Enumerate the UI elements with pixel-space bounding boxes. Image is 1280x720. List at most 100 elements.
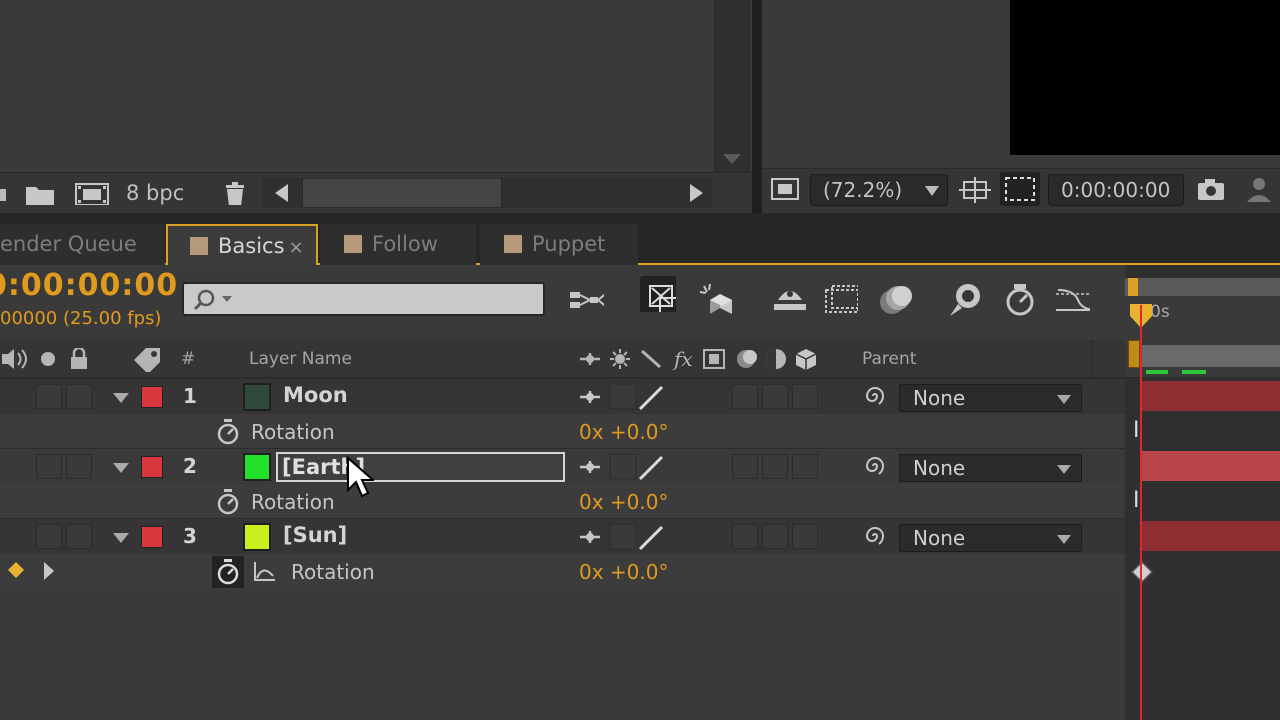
- stopwatch-active-icon[interactable]: [212, 556, 244, 588]
- property-row: Rotation 0x +0.0°: [0, 414, 1125, 450]
- composition-icon: [344, 235, 362, 253]
- switch-box[interactable]: [762, 454, 788, 479]
- switch-box[interactable]: [792, 454, 818, 479]
- layer-search-input[interactable]: [182, 282, 545, 316]
- interpret-footage-icon[interactable]: [0, 181, 8, 205]
- current-time-display[interactable]: 0:00:00:00: [1048, 174, 1184, 206]
- layer-switches[interactable]: [578, 523, 668, 551]
- layer-switches[interactable]: [578, 383, 668, 411]
- solo-switch[interactable]: [66, 454, 92, 479]
- svg-text:fx: fx: [672, 347, 693, 371]
- close-icon[interactable]: ×: [289, 237, 304, 258]
- graph-editor-icon[interactable]: [1054, 282, 1090, 318]
- label-color-swatch[interactable]: [141, 386, 163, 408]
- chevron-down-icon[interactable]: [113, 533, 129, 543]
- switch-box[interactable]: [762, 524, 788, 549]
- graph-icon[interactable]: [252, 560, 278, 584]
- layer-name[interactable]: [Sun]: [283, 523, 347, 547]
- tab-render-queue[interactable]: ender Queue: [0, 224, 165, 265]
- parent-dropdown[interactable]: None: [899, 524, 1082, 552]
- layer-row[interactable]: 2 [Earth] None: [0, 448, 1125, 484]
- new-folder-icon[interactable]: [24, 181, 56, 205]
- pick-whip-icon[interactable]: [862, 523, 888, 549]
- panel-divider[interactable]: [752, 0, 762, 213]
- solo-switch[interactable]: [66, 384, 92, 409]
- new-composition-icon[interactable]: [74, 181, 110, 205]
- timeline-current-time[interactable]: 0:00:00:00: [0, 268, 178, 303]
- layer-duration-bar[interactable]: [1142, 451, 1280, 481]
- project-horizontal-scroll-thumb[interactable]: [302, 178, 502, 208]
- layer-number: 2: [183, 454, 197, 478]
- switch-box[interactable]: [762, 384, 788, 409]
- label-tag-icon[interactable]: [130, 346, 166, 372]
- stopwatch-icon[interactable]: [214, 418, 242, 446]
- project-bit-depth[interactable]: 8 bpc: [126, 181, 184, 205]
- keyframe-diamond-icon[interactable]: [1130, 560, 1154, 584]
- pick-whip-icon[interactable]: [862, 453, 888, 479]
- layer-name-edit-field[interactable]: [Earth]: [276, 452, 565, 482]
- brainstorm-icon[interactable]: [944, 282, 980, 318]
- property-value[interactable]: 0x +0.0°: [579, 420, 668, 444]
- label-color-swatch[interactable]: [141, 526, 163, 548]
- tab-puppet[interactable]: Puppet: [480, 224, 638, 265]
- composition-viewer-canvas[interactable]: [1010, 0, 1280, 155]
- magnification-value: (72.2%): [823, 178, 903, 202]
- switch-box[interactable]: [732, 384, 758, 409]
- audio-switch[interactable]: [36, 454, 62, 479]
- time-navigator-range[interactable]: [1142, 345, 1280, 367]
- current-time-indicator-line[interactable]: [1140, 305, 1142, 720]
- switch-box[interactable]: [732, 454, 758, 479]
- work-area-start-handle[interactable]: [1128, 278, 1138, 296]
- always-preview-icon[interactable]: [770, 176, 800, 202]
- layer-duration-bar[interactable]: [1142, 381, 1280, 411]
- magnification-dropdown[interactable]: (72.2%): [810, 174, 948, 206]
- shy-layers-icon[interactable]: [770, 282, 806, 318]
- 3d-light-icon[interactable]: [698, 282, 734, 318]
- scroll-right-arrow-icon[interactable]: [688, 182, 706, 204]
- audio-switch[interactable]: [36, 384, 62, 409]
- chevron-down-icon[interactable]: [113, 393, 129, 403]
- layer-duration-bar[interactable]: [1142, 521, 1280, 551]
- header-parent[interactable]: Parent: [862, 349, 916, 369]
- project-vertical-scrollbar[interactable]: [714, 0, 750, 172]
- trash-icon[interactable]: [222, 181, 248, 205]
- layer-row[interactable]: 3 [Sun] None: [0, 518, 1125, 554]
- property-value[interactable]: 0x +0.0°: [579, 560, 668, 584]
- parent-dropdown[interactable]: None: [899, 384, 1082, 412]
- auto-keyframe-icon[interactable]: [1002, 282, 1038, 318]
- stopwatch-icon[interactable]: [214, 488, 242, 516]
- cached-frames-indicator: [1146, 370, 1168, 374]
- motion-blur-icon[interactable]: [876, 282, 912, 318]
- cached-frames-indicator: [1182, 370, 1206, 374]
- camera-snapshot-icon[interactable]: [1196, 176, 1226, 202]
- label-color-swatch[interactable]: [141, 456, 163, 478]
- keyframe-navigator[interactable]: [6, 560, 56, 584]
- frame-blending-icon[interactable]: [822, 282, 858, 318]
- work-area-bar[interactable]: [1125, 278, 1280, 296]
- header-layer-name[interactable]: Layer Name: [249, 349, 352, 369]
- switch-box[interactable]: [792, 384, 818, 409]
- time-navigator-start-handle[interactable]: [1128, 340, 1140, 368]
- tab-follow[interactable]: Follow: [320, 224, 476, 265]
- audio-switch[interactable]: [36, 524, 62, 549]
- scroll-left-arrow-icon[interactable]: [272, 182, 290, 204]
- property-value[interactable]: 0x +0.0°: [579, 490, 668, 514]
- composition-mini-flowchart-icon[interactable]: [568, 282, 604, 318]
- chevron-down-icon[interactable]: [113, 463, 129, 473]
- scroll-down-arrow-icon[interactable]: [723, 154, 741, 164]
- layer-row[interactable]: 1 Moon None: [0, 378, 1125, 414]
- switch-box[interactable]: [732, 524, 758, 549]
- layer-name[interactable]: Moon: [283, 383, 348, 407]
- i-beam-icon: I: [1133, 488, 1140, 513]
- switch-box[interactable]: [792, 524, 818, 549]
- region-of-interest-icon[interactable]: [958, 176, 992, 204]
- solo-switch[interactable]: [66, 524, 92, 549]
- transparency-grid-icon[interactable]: [1000, 172, 1040, 206]
- pick-whip-icon[interactable]: [862, 383, 888, 409]
- show-snapshot-icon[interactable]: [1244, 176, 1274, 204]
- layer-switches[interactable]: [578, 453, 668, 481]
- parent-dropdown-value: None: [913, 386, 966, 410]
- draft-3d-icon[interactable]: [640, 276, 676, 312]
- parent-dropdown[interactable]: None: [899, 454, 1082, 482]
- tab-basics[interactable]: Basics ×: [166, 224, 318, 265]
